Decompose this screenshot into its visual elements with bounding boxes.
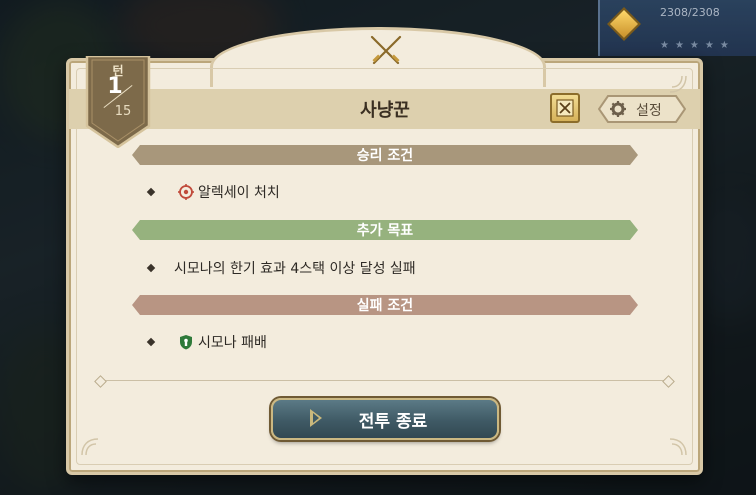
crossed-swords-icon — [370, 35, 402, 65]
swords-book-icon — [556, 99, 574, 117]
corner-ornament-icon — [81, 438, 99, 456]
dialog-title: 사냥꾼 — [360, 100, 410, 121]
defeat-conditions-header: 실패 조건 — [132, 295, 638, 315]
extra-objective-header: 추가 목표 — [132, 220, 638, 240]
corner-ornament-icon — [669, 438, 687, 456]
turn-total: 15 — [114, 104, 132, 119]
defeat-condition-text: 시모나 패배 — [198, 335, 267, 351]
corner-ornament-icon — [669, 75, 687, 93]
bullet-icon — [146, 337, 156, 347]
end-battle-button[interactable]: 전투 종료 — [271, 398, 499, 440]
settings-label: 설정 — [636, 103, 662, 119]
divider — [100, 380, 668, 381]
end-battle-label: 전투 종료 — [358, 411, 428, 432]
victory-conditions-header: 승리 조건 — [132, 145, 638, 165]
battle-guide-button[interactable] — [550, 93, 580, 123]
extra-objective-text: 시모나의 한기 효과 4스택 이상 달성 실패 — [174, 261, 416, 277]
extra-objective-item: 시모나의 한기 효과 4스택 이상 달성 실패 — [146, 258, 416, 278]
victory-condition-text: 알렉세이 처치 — [198, 185, 280, 201]
bullet-icon — [146, 263, 156, 273]
hud-hp-text: 2308/2308 — [660, 6, 720, 19]
defeat-condition-item: 시모나 패배 — [146, 332, 267, 352]
bullet-icon — [146, 187, 156, 197]
play-arrow-icon — [310, 409, 322, 427]
turn-current: 1 — [107, 74, 123, 99]
shield-icon — [180, 335, 192, 350]
target-icon — [178, 184, 194, 200]
victory-condition-item: 알렉세이 처치 — [146, 182, 280, 202]
hud-stars: ★★★★★ — [660, 40, 735, 51]
